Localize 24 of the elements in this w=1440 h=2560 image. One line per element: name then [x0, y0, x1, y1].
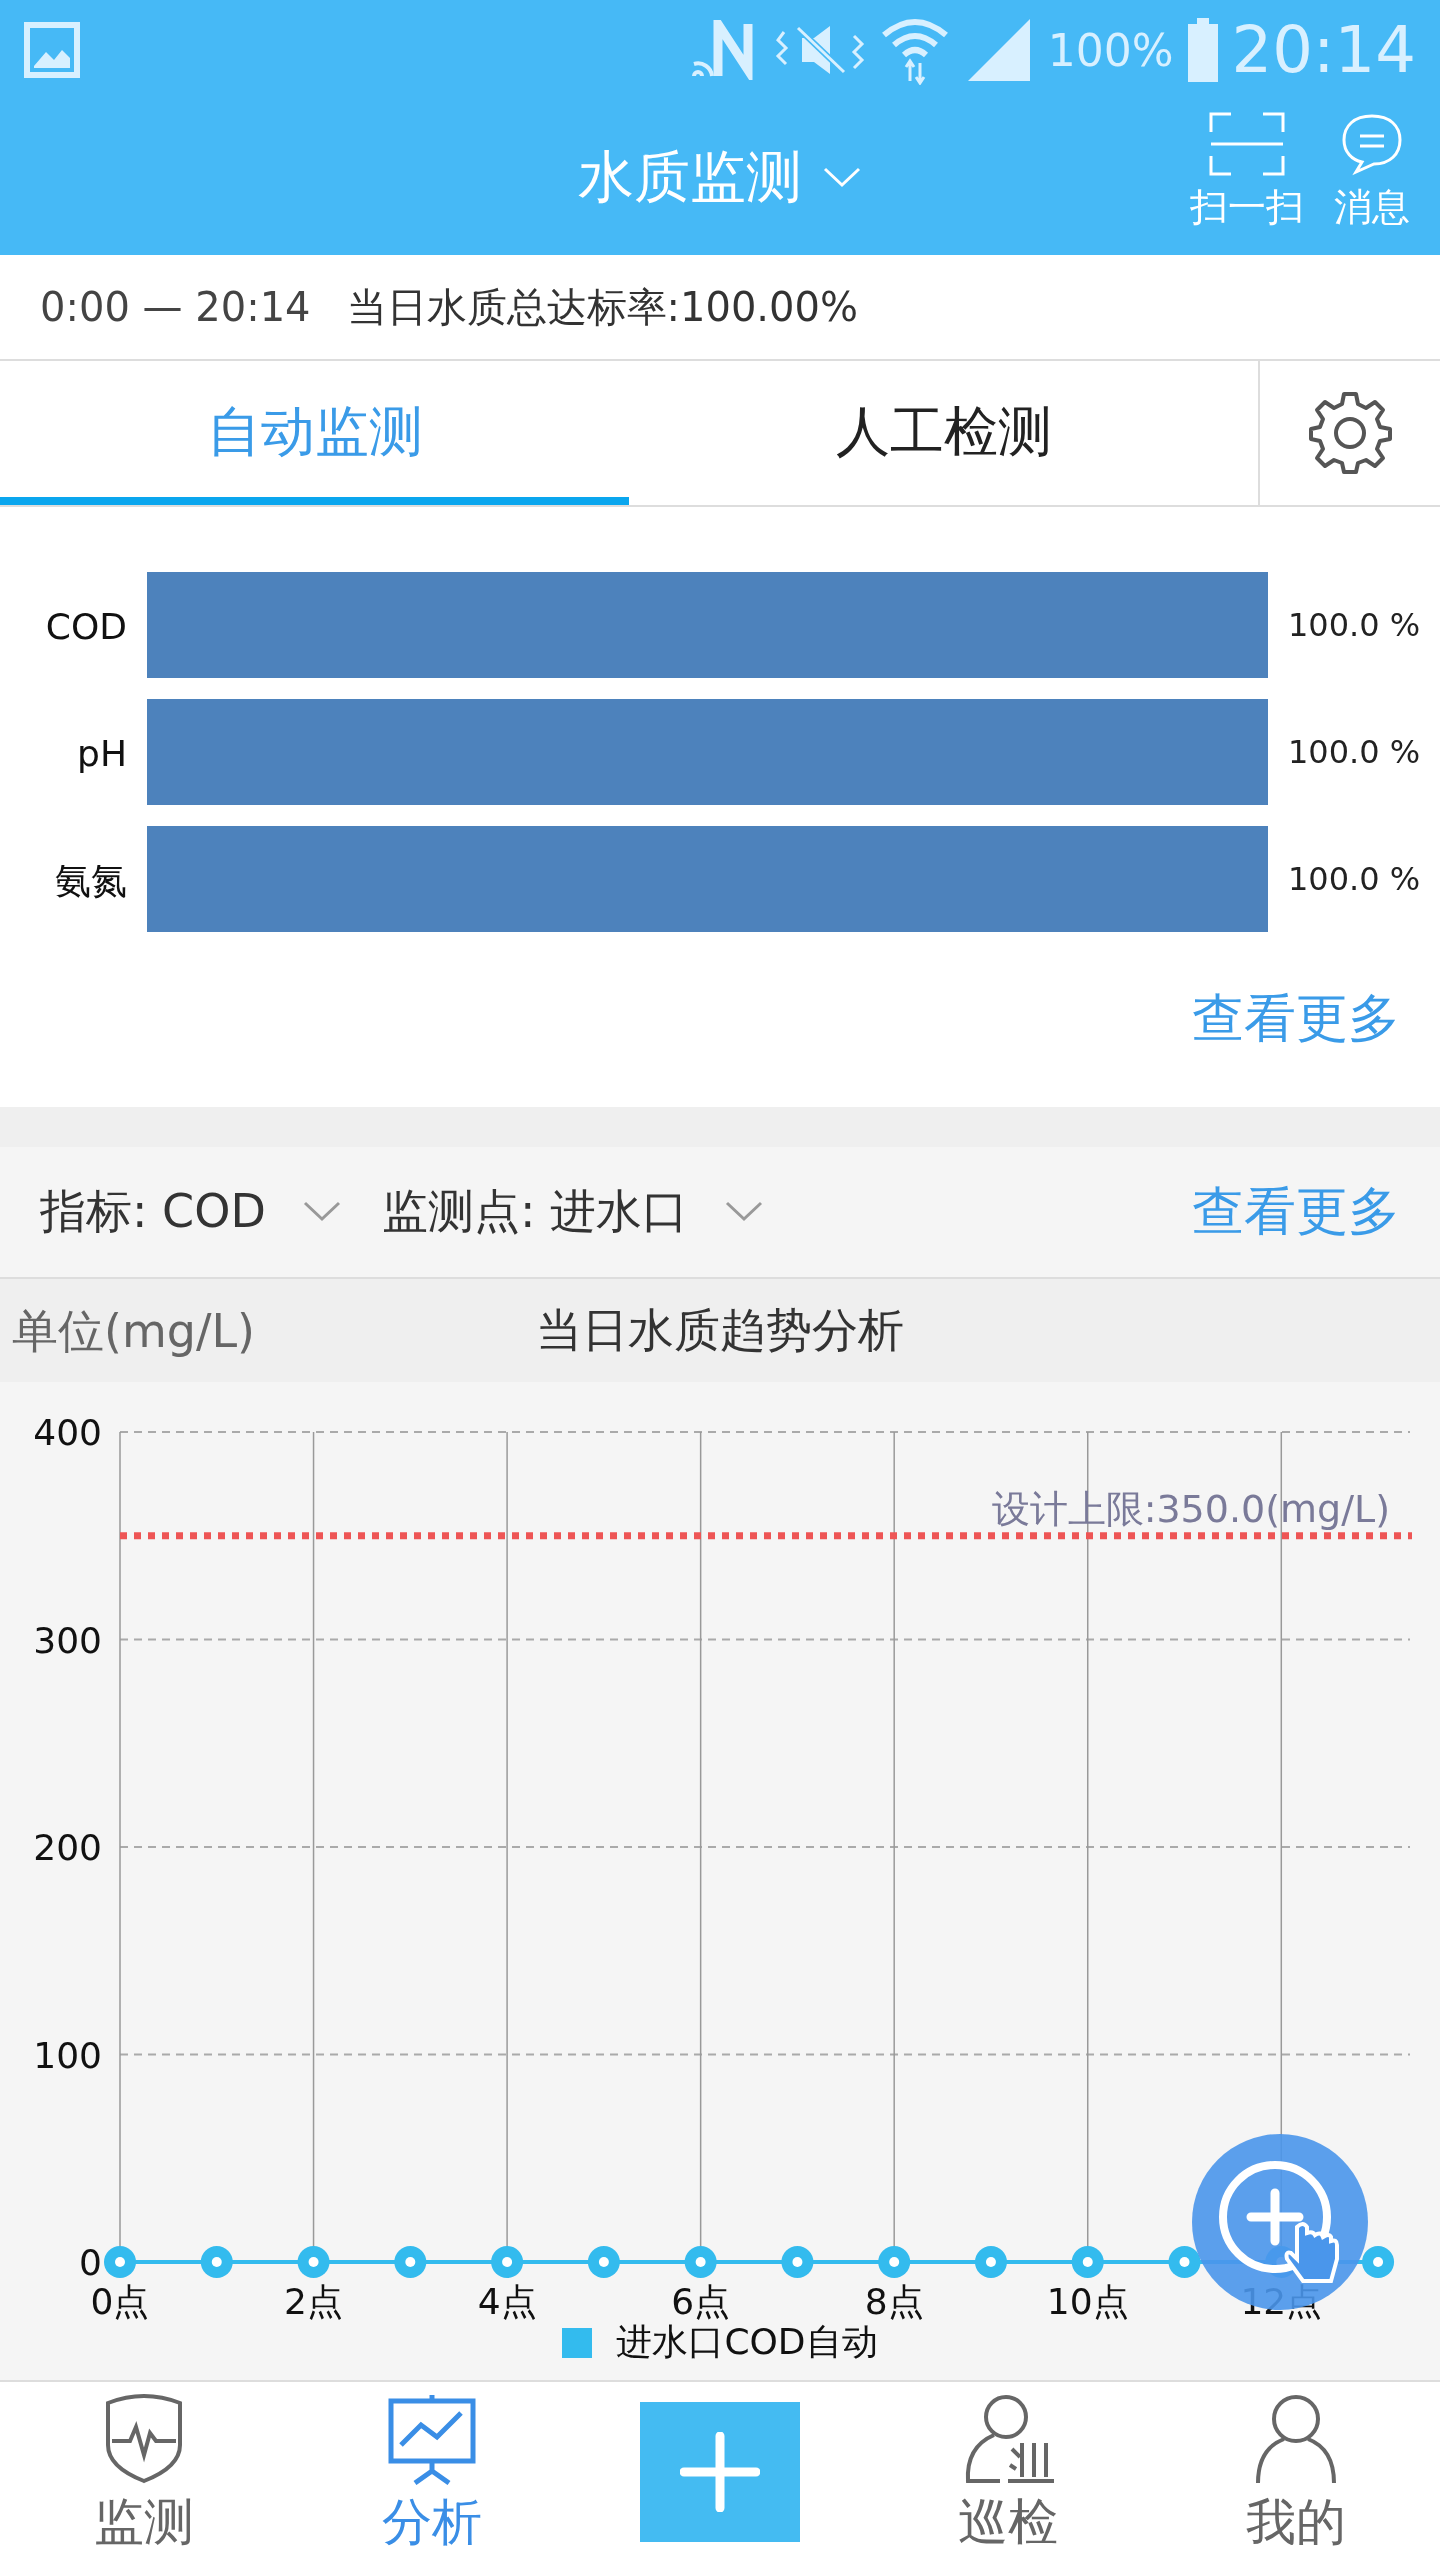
time-range: 0:00 — 20:14: [40, 284, 311, 330]
y-tick-label: 0: [79, 2242, 102, 2283]
x-tick-label: 0点: [90, 2281, 150, 2322]
bar-label: pH: [77, 733, 127, 774]
x-tick-label: 2点: [284, 2281, 343, 2322]
bar-value: 100.0 %: [1288, 860, 1421, 898]
y-tick-label: 100: [33, 2034, 102, 2076]
compliance-rate: 当日水质总达标率:100.00%: [346, 282, 858, 332]
battery-percent: 100%: [1047, 24, 1174, 76]
chart-title: 当日水质趋势分析: [536, 1301, 904, 1359]
bar-value: 100.0 %: [1288, 733, 1421, 771]
x-tick-label: 10点: [1046, 2281, 1129, 2322]
unit-label: 单位(mg/L): [12, 1303, 256, 1360]
bar-label: 氨氮: [55, 860, 127, 901]
bar-label: COD: [45, 606, 127, 647]
x-tick-label: 8点: [864, 2281, 924, 2322]
legend-label: 进水口COD自动: [616, 2320, 878, 2364]
x-tick-label: 6点: [671, 2281, 731, 2322]
y-tick-label: 300: [33, 1619, 102, 1661]
clock: 20:14: [1231, 13, 1416, 87]
bar-value: 100.0 %: [1288, 606, 1421, 644]
x-tick-label: 4点: [477, 2281, 537, 2322]
y-tick-label: 200: [33, 1827, 102, 1868]
y-tick-label: 400: [33, 1412, 102, 1453]
